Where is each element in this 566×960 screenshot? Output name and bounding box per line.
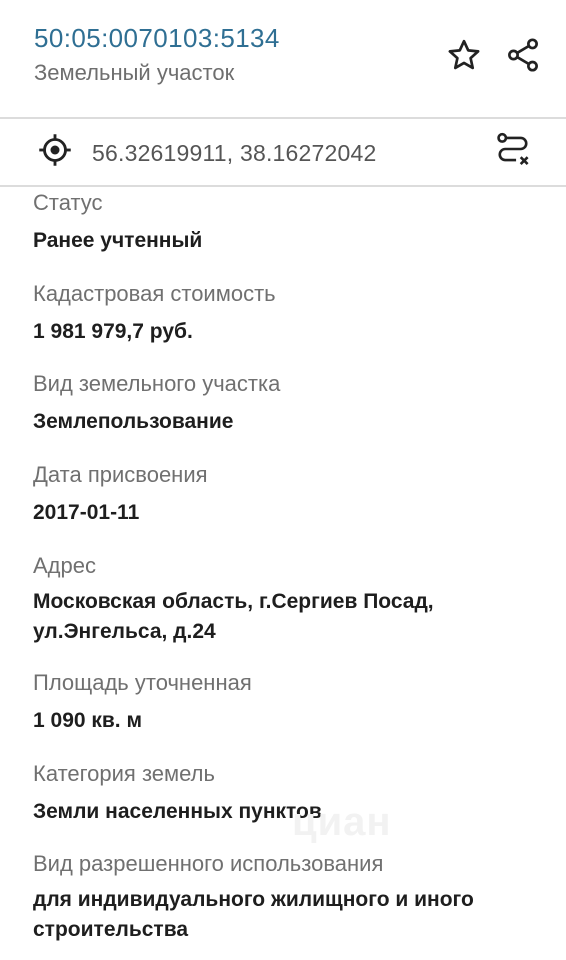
field-label: Дата присвоения (33, 462, 208, 487)
share-icon (508, 38, 538, 72)
coordinates-divider (0, 185, 566, 187)
field-label: Категория земель (33, 761, 215, 786)
field-value: 1 090 кв. м (33, 709, 143, 732)
field-value: Землепользование (33, 410, 234, 433)
field-status: Статус Ранее учтенный (33, 188, 543, 255)
field-label: Статус (33, 190, 103, 215)
field-assignment-date: Дата присвоения 2017-01-11 (33, 460, 543, 527)
coordinates-text[interactable]: 56.32619911, 38.16272042 (92, 138, 376, 168)
field-label: Вид разрешенного использования (33, 851, 384, 876)
field-address: Адрес Московская область, г.Сергиев Поса… (33, 551, 543, 647)
object-type: Земельный участок (34, 60, 235, 85)
field-label: Площадь уточненная (33, 670, 252, 695)
locate-button[interactable] (36, 131, 74, 169)
field-label: Кадастровая стоимость (33, 281, 276, 306)
field-area: Площадь уточненная 1 090 кв. м (33, 668, 543, 735)
cadastral-number[interactable]: 50:05:0070103:5134 (34, 22, 280, 54)
crosshair-icon (39, 134, 71, 166)
field-land-category: Категория земель Земли населенных пункто… (33, 759, 543, 826)
star-outline-icon (448, 39, 480, 70)
field-value: 1 981 979,7 руб. (33, 320, 193, 343)
field-value: для индивидуального жилищного и иного ст… (33, 888, 474, 941)
field-value: 2017-01-11 (33, 501, 140, 524)
field-value: Земли населенных пунктов (33, 800, 322, 823)
favorite-button[interactable] (444, 35, 484, 75)
field-cadastral-value: Кадастровая стоимость 1 981 979,7 руб. (33, 279, 543, 346)
field-value: Московская область, г.Сергиев Посад, ул.… (33, 590, 434, 643)
route-icon (497, 132, 529, 166)
field-label: Адрес (33, 553, 96, 578)
field-label: Вид земельного участка (33, 371, 281, 396)
share-button[interactable] (502, 34, 544, 76)
object-header: 50:05:0070103:5134 Земельный участок (0, 0, 566, 117)
field-permitted-use: Вид разрешенного использования для индив… (33, 849, 543, 945)
field-value: Ранее учтенный (33, 229, 203, 252)
field-land-type: Вид земельного участка Землепользование (33, 369, 543, 436)
route-button[interactable] (493, 130, 533, 172)
